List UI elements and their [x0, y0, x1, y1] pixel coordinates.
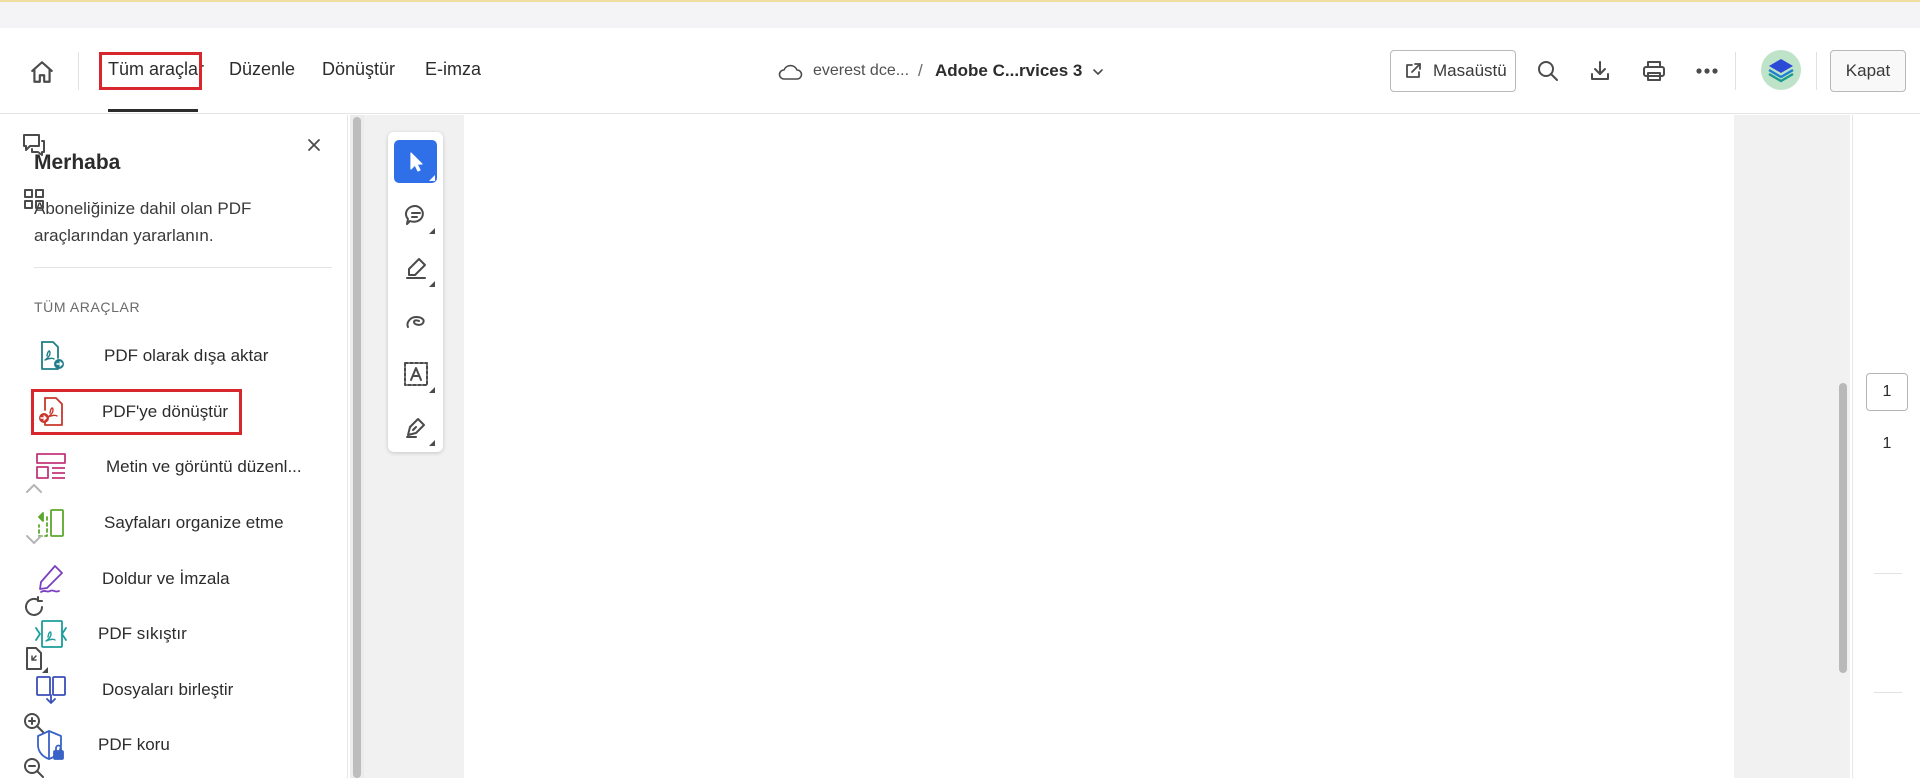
search-icon[interactable]	[1531, 54, 1565, 88]
tool-compress-pdf[interactable]: PDF sıkıştır	[34, 611, 187, 657]
tool-organize-pages[interactable]: Sayfaları organize etme	[34, 500, 284, 546]
panel-scrollbar[interactable]	[350, 115, 364, 778]
document-scrollbar-thumb[interactable]	[1839, 383, 1847, 673]
add-comment-icon	[404, 203, 428, 227]
avatar[interactable]	[1761, 50, 1801, 90]
zoom-out-icon[interactable]	[16, 756, 52, 778]
close-button[interactable]: Kapat	[1830, 50, 1906, 92]
document-title[interactable]: Adobe C...rvices 3	[935, 61, 1082, 81]
select-tool[interactable]	[394, 140, 437, 183]
highlight-convert-to-pdf	[31, 389, 242, 435]
rotate-icon[interactable]	[16, 589, 52, 625]
draw-tool[interactable]	[394, 299, 437, 342]
comment-tool[interactable]	[394, 193, 437, 236]
tool-label-organize-pages: Sayfaları organize etme	[104, 513, 284, 532]
quick-tools-toolbar	[388, 132, 443, 452]
tab-esign[interactable]: E-imza	[425, 59, 481, 80]
thumbnails-grid-icon[interactable]	[16, 181, 52, 217]
document-page[interactable]	[464, 115, 1734, 778]
highlight-tool[interactable]	[394, 246, 437, 289]
home-icon[interactable]	[24, 54, 60, 90]
tool-label-fill-sign: Doldur ve İmzala	[102, 569, 230, 588]
cursor-icon	[406, 151, 426, 173]
print-icon[interactable]	[1637, 54, 1671, 88]
panel-scrollbar-thumb[interactable]	[353, 117, 361, 778]
cloud-icon	[776, 58, 804, 86]
panel-description: Aboneliğinize dahil olan PDF araçlarında…	[34, 195, 251, 249]
open-desktop-label: Masaüstü	[1433, 61, 1507, 80]
freehand-draw-icon	[404, 309, 428, 333]
panel-description-line1: Aboneliğinize dahil olan PDF	[34, 199, 252, 218]
tab-convert[interactable]: Dönüştür	[322, 59, 395, 80]
panel-divider	[34, 267, 332, 268]
sign-tool[interactable]	[394, 405, 437, 448]
highlight-tab-all-tools	[99, 52, 202, 90]
active-tab-underline	[108, 109, 198, 112]
section-label: TÜM ARAÇLAR	[34, 299, 141, 315]
tool-label-edit-text-image: Metin ve görüntü düzenl...	[106, 457, 302, 476]
page-fit-icon[interactable]	[16, 641, 52, 677]
more-options-icon[interactable]	[1690, 54, 1724, 88]
pen-sign-icon	[404, 415, 428, 439]
text-box-icon	[403, 361, 429, 387]
export-pdf-icon	[34, 339, 68, 373]
tool-edit-text-image[interactable]: Metin ve görüntü düzenl...	[34, 444, 302, 490]
tool-combine-files[interactable]: Dosyaları birleştir	[34, 667, 233, 713]
rail-divider-2	[1874, 692, 1902, 693]
page-number-input[interactable]: 1	[1866, 373, 1908, 411]
highlighter-icon	[404, 256, 428, 280]
open-external-icon	[1403, 61, 1423, 81]
breadcrumb-separator: /	[918, 61, 923, 80]
open-desktop-button[interactable]: Masaüstü	[1390, 50, 1516, 92]
comments-icon[interactable]	[16, 127, 52, 163]
rail-divider	[1874, 573, 1902, 574]
tool-label-combine-files: Dosyaları birleştir	[102, 680, 234, 699]
breadcrumb-folder[interactable]: everest dce...	[813, 62, 909, 80]
tab-edit[interactable]: Düzenle	[229, 59, 295, 80]
text-box-tool[interactable]	[394, 352, 437, 395]
document-scrollbar[interactable]	[1836, 115, 1850, 778]
chevron-down-page-icon[interactable]	[16, 522, 52, 558]
tool-fill-sign[interactable]: Doldur ve İmzala	[34, 556, 230, 602]
zoom-in-icon[interactable]	[16, 705, 52, 741]
tool-label-protect-pdf: PDF koru	[98, 735, 170, 754]
tool-export-pdf[interactable]: PDF olarak dışa aktar	[34, 333, 268, 379]
close-icon[interactable]	[302, 133, 326, 157]
panel-description-line2: araçlarından yararlanın.	[34, 226, 214, 245]
browser-top-strip	[0, 0, 1920, 28]
tool-label-compress-pdf: PDF sıkıştır	[98, 624, 187, 643]
total-pages: 1	[1882, 435, 1892, 452]
combine-files-icon	[34, 673, 68, 707]
download-icon[interactable]	[1583, 54, 1617, 88]
tool-protect-pdf[interactable]: PDF koru	[34, 722, 170, 768]
chevron-down-icon[interactable]	[1088, 62, 1108, 82]
tool-label-export-pdf: PDF olarak dışa aktar	[104, 346, 269, 365]
chevron-up-icon[interactable]	[16, 470, 52, 506]
